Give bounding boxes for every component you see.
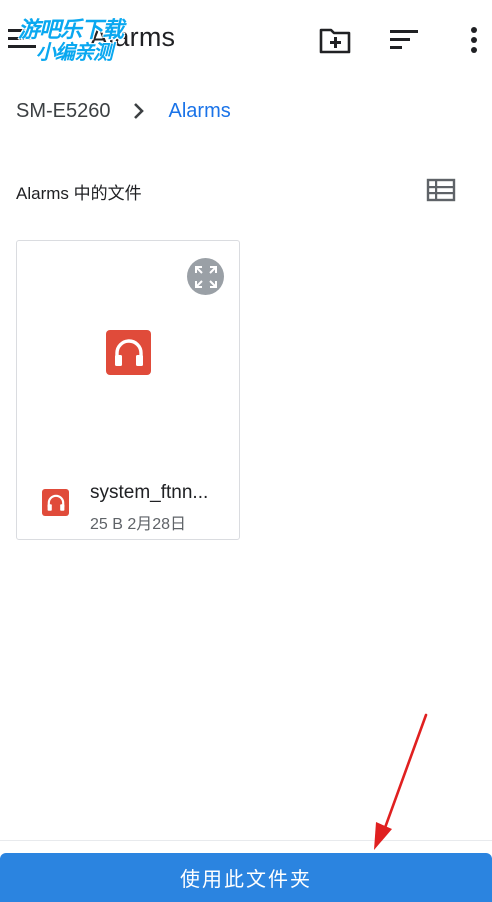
list-view-icon[interactable] bbox=[426, 176, 456, 204]
new-folder-icon[interactable] bbox=[319, 24, 351, 56]
more-vert-icon[interactable] bbox=[458, 24, 490, 56]
expand-preview-icon[interactable] bbox=[187, 258, 224, 295]
app-bar: Alarms bbox=[0, 0, 492, 80]
breadcrumb: SM-E5260 Alarms bbox=[16, 96, 231, 126]
sort-icon[interactable] bbox=[389, 24, 421, 56]
divider bbox=[0, 840, 492, 841]
file-card[interactable]: system_ftnn... 25 B 2月28日 bbox=[16, 240, 240, 540]
breadcrumb-root[interactable]: SM-E5260 bbox=[16, 100, 111, 123]
use-this-folder-button[interactable]: 使用此文件夹 bbox=[0, 853, 492, 902]
section-label: Alarms 中的文件 bbox=[16, 184, 142, 203]
file-info: 25 B 2月28日 bbox=[90, 516, 187, 533]
annotation-arrow-icon bbox=[374, 713, 428, 850]
chevron-right-icon bbox=[133, 101, 147, 121]
headphones-audio-icon bbox=[106, 330, 151, 375]
menu-icon[interactable] bbox=[8, 27, 36, 49]
use-this-folder-label: 使用此文件夹 bbox=[180, 869, 312, 891]
breadcrumb-current[interactable]: Alarms bbox=[169, 100, 231, 123]
page-title: Alarms bbox=[90, 22, 176, 52]
file-meta: system_ftnn... 25 B 2月28日 bbox=[17, 473, 241, 533]
file-name: system_ftnn... bbox=[90, 482, 209, 503]
headphones-audio-icon bbox=[42, 489, 69, 516]
